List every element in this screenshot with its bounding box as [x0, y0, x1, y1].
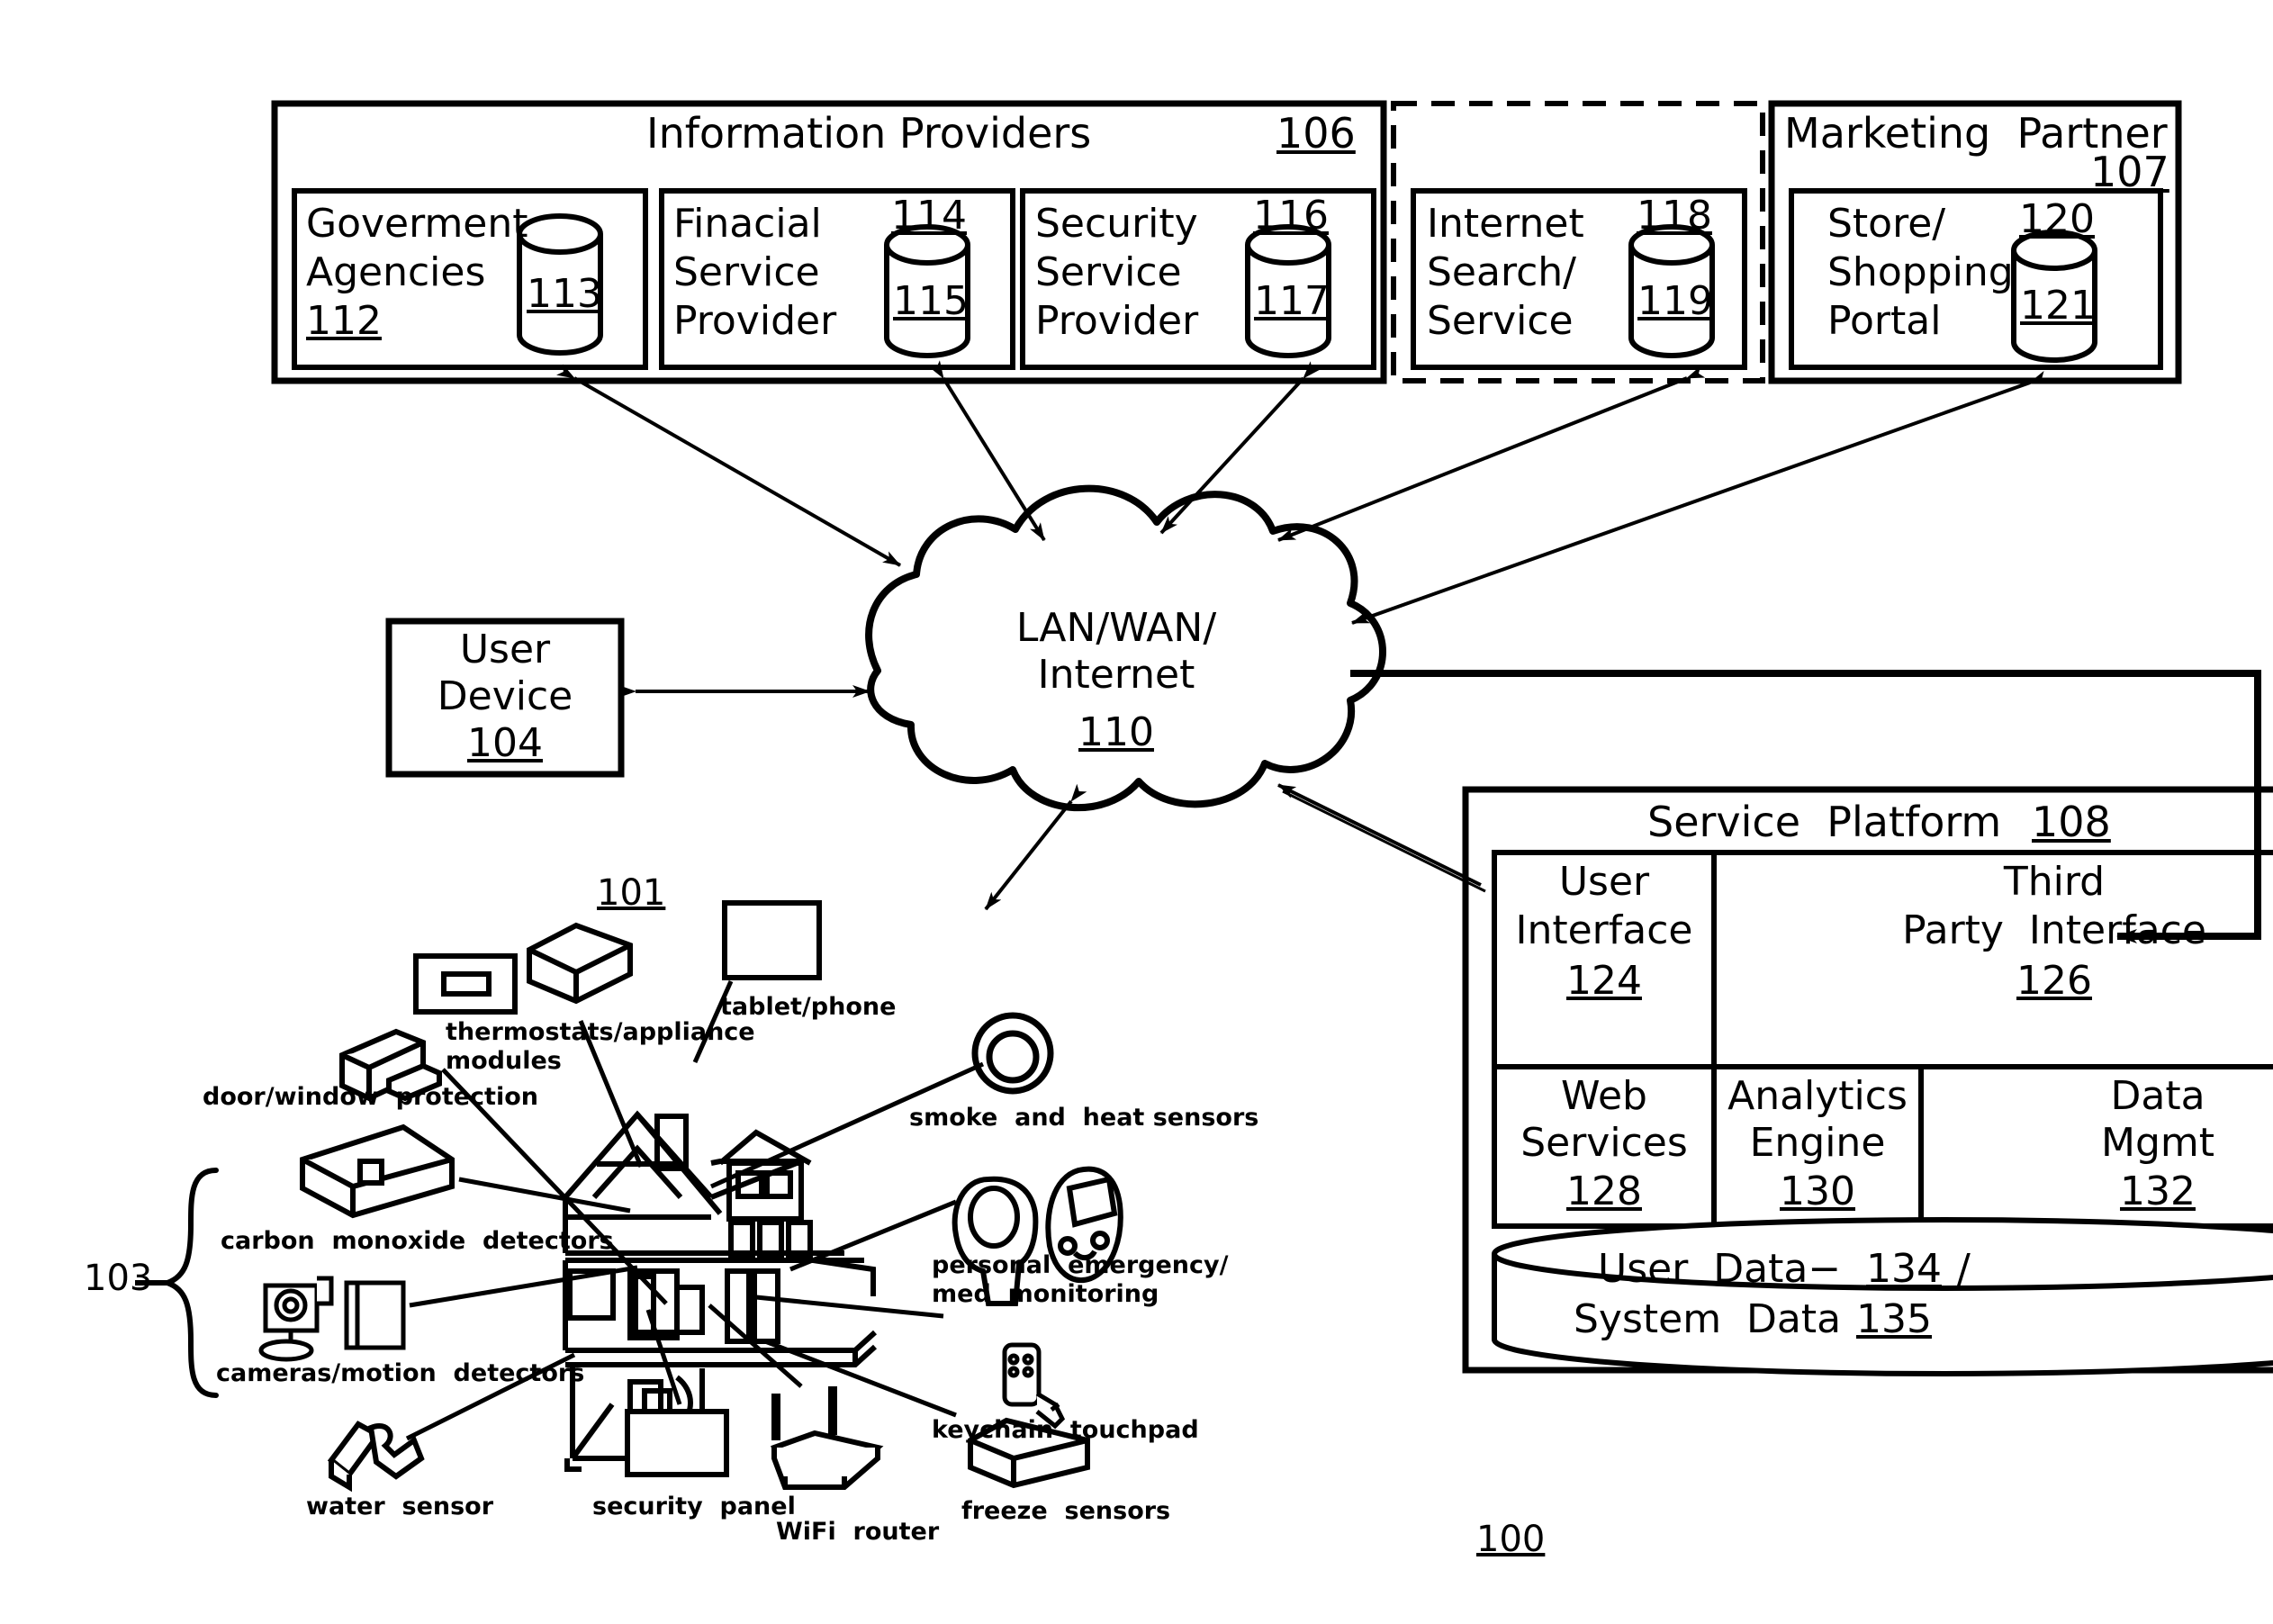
wifi-router-icon: [771, 1386, 884, 1490]
keychain-touchpad-icon: [1002, 1342, 1066, 1430]
user-device-ref: 104: [467, 720, 543, 766]
internet-search-line1: Internet: [1427, 201, 1584, 247]
security-line1: Security: [1035, 201, 1198, 247]
label-wifi-router: WiFi router: [776, 1518, 940, 1546]
marketing-partner-ref: 107: [2090, 148, 2169, 196]
database-121-label: 121: [2020, 283, 2096, 329]
user-data-ref: 134: [1866, 1246, 1942, 1292]
financial-line2: Service: [673, 249, 820, 295]
label-door-window-protection: door/window protection: [203, 1083, 538, 1111]
database-117-label: 117: [1254, 278, 1330, 324]
financial-ref: 114: [891, 193, 967, 239]
third-party-ref: 126: [2016, 958, 2092, 1004]
government-agencies-ref: 112: [306, 298, 382, 344]
analytics-ref: 130: [1780, 1168, 1855, 1214]
label-keychain-touchpad: keychain touchpad: [932, 1416, 1199, 1444]
user-interface-line2: Interface: [1515, 907, 1693, 953]
patent-figure: Information Providers 106 Goverment Agen…: [0, 0, 2273, 1624]
data-mgmt-line1: Data: [2110, 1073, 2205, 1119]
arrow-fin-cloud: [929, 360, 1046, 542]
service-platform-title: Service Platform: [1647, 798, 2002, 846]
security-ref: 116: [1253, 193, 1329, 239]
arrow-internet-cloud: [1277, 365, 1706, 542]
arrow-gov-cloud: [556, 364, 901, 567]
motion-detector-icon: [344, 1280, 406, 1350]
third-party-line1: Third: [2003, 859, 2106, 905]
carbon-monoxide-detector-icon: [300, 1123, 455, 1219]
database-113-label: 113: [527, 271, 602, 317]
arrow-cloud-service-platform-2: [1282, 789, 1486, 893]
information-providers-ref: 106: [1276, 109, 1356, 158]
database-119-label: 119: [1637, 278, 1713, 324]
home-group-ref-103: 103: [84, 1258, 153, 1299]
label-security-panel: security panel: [592, 1493, 796, 1520]
label-tablet-phone: tablet/phone: [720, 993, 897, 1021]
user-interface-line1: User: [1558, 859, 1650, 905]
user-device-line1: User: [459, 627, 551, 672]
web-services-ref: 128: [1566, 1168, 1642, 1214]
cloud-line2: Internet: [1037, 652, 1195, 698]
cloud-line1: LAN/WAN/: [1015, 605, 1217, 651]
label-carbon-monoxide: carbon monoxide detectors: [221, 1227, 614, 1255]
store-line1: Store/: [1827, 201, 1946, 247]
label-smoke-heat-sensors: smoke and heat sensors: [909, 1104, 1259, 1132]
internet-search-line3: Service: [1427, 298, 1574, 344]
data-mgmt-ref: 132: [2120, 1168, 2196, 1214]
figure-number: 100: [1476, 1519, 1546, 1560]
label-freeze-sensors: freeze sensors: [961, 1497, 1171, 1525]
system-data-ref: 135: [1856, 1296, 1932, 1342]
service-platform-ref: 108: [2032, 798, 2111, 846]
web-services-line2: Services: [1520, 1120, 1688, 1166]
label-water-sensor: water sensor: [306, 1493, 494, 1520]
smoke-heat-sensor-icon: [971, 1012, 1054, 1095]
financial-line1: Finacial: [673, 201, 822, 247]
label-personal-emergency: personal emergency/: [932, 1251, 1229, 1279]
web-services-line1: Web: [1561, 1073, 1647, 1119]
database-115-label: 115: [893, 278, 969, 324]
financial-line3: Provider: [673, 298, 837, 344]
internet-search-ref: 118: [1637, 193, 1712, 239]
label-cameras-motion: cameras/motion detectors: [216, 1359, 585, 1387]
home-ref-101: 101: [597, 872, 666, 914]
security-line3: Provider: [1035, 298, 1199, 344]
system-data-label: System Data: [1574, 1296, 1854, 1342]
analytics-line1: Analytics: [1727, 1073, 1908, 1119]
store-line3: Portal: [1827, 298, 1942, 344]
tablet-phone-icon: [722, 900, 822, 980]
store-ref: 120: [2019, 196, 2095, 242]
store-line2: Shopping: [1827, 249, 2014, 295]
label-med-monitoring: med monitoring: [932, 1280, 1159, 1308]
data-mgmt-line2: Mgmt: [2100, 1120, 2214, 1166]
label-thermostats-appliance: thermostats/appliance: [446, 1018, 755, 1046]
arrow-cloud-home: [984, 783, 1087, 911]
water-sensor-icon: [327, 1421, 425, 1493]
arrow-store-cloud: [1351, 371, 2049, 625]
appliance-module-icon: [527, 922, 633, 1005]
government-agencies-line2: Agencies: [306, 249, 486, 295]
arrow-cloud-service-platform: [1277, 783, 1482, 887]
security-line2: Service: [1035, 249, 1182, 295]
analytics-line2: Engine: [1749, 1120, 1886, 1166]
user-device-line2: Device: [437, 673, 573, 719]
cloud-ref: 110: [1078, 709, 1154, 755]
camera-motion-detector-icon: [258, 1276, 334, 1362]
user-interface-ref: 124: [1566, 958, 1642, 1004]
brace-103: [158, 1168, 219, 1398]
third-party-line2: Party Interface: [1902, 907, 2206, 953]
information-providers-title: Information Providers: [646, 109, 1092, 158]
label-thermostats-modules: modules: [446, 1047, 562, 1075]
security-panel-icon: [625, 1409, 729, 1477]
internet-search-line2: Search/: [1427, 249, 1576, 295]
government-agencies-line1: Goverment: [306, 201, 528, 247]
thermostat-icon: [413, 953, 518, 1015]
user-data-label: User Data−: [1598, 1246, 1842, 1292]
user-data-slash: /: [1944, 1246, 1971, 1292]
